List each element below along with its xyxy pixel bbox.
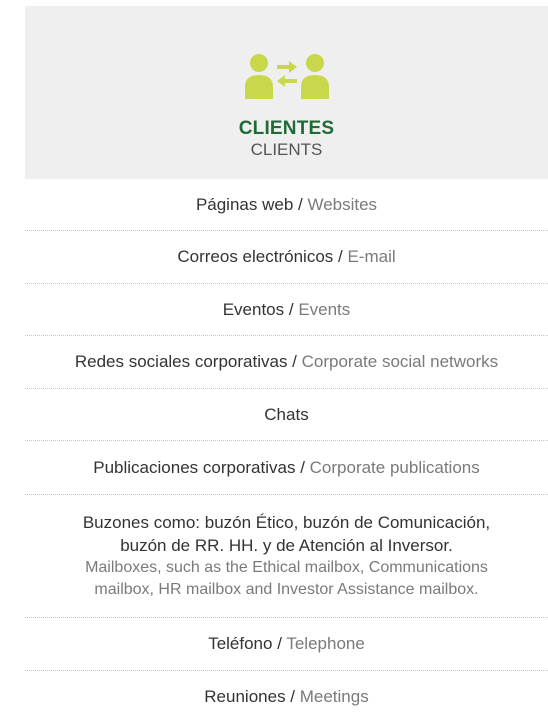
item-separator: /	[333, 247, 348, 266]
list-item-mailboxes: Buzones como: buzón Ético, buzón de Comu…	[25, 495, 548, 618]
item-label-en-line-2: mailbox, HR mailbox and Investor Assista…	[94, 581, 479, 598]
item-label-en: Corporate publications	[309, 457, 480, 477]
list-item: Publicaciones corporativas / Corporate p…	[25, 441, 548, 495]
list-item: Chats	[25, 389, 548, 441]
item-separator: /	[285, 687, 300, 706]
clients-header: CLIENTES CLIENTS	[25, 6, 548, 179]
channel-list: Páginas web / Websites Correos electróni…	[25, 179, 548, 723]
item-label-es: Páginas web	[195, 194, 294, 214]
item-label-en: Meetings	[299, 687, 369, 706]
item-separator: /	[288, 299, 299, 319]
item-separator: /	[272, 634, 287, 653]
clients-channels-table: CLIENTES CLIENTS Páginas web / Websites …	[25, 6, 548, 723]
item-label-en: E-mail	[347, 247, 396, 266]
list-item: Redes sociales corporativas / Corporate …	[25, 336, 548, 389]
item-label-es: Chats	[264, 404, 309, 424]
item-label-es: Teléfono	[208, 634, 273, 653]
header-title-spanish: CLIENTES	[238, 118, 335, 139]
item-label-es: Correos electrónicos	[177, 247, 334, 266]
list-item: Páginas web / Websites	[25, 179, 548, 231]
list-item: Eventos / Events	[25, 284, 548, 336]
item-label-en: Websites	[307, 194, 378, 214]
item-label-en: Events	[298, 299, 351, 319]
list-item: Teléfono / Telephone	[25, 618, 548, 671]
item-separator: /	[293, 194, 308, 214]
item-label-es-line-2: buzón de RR. HH. y de Atención al Invers…	[120, 536, 453, 555]
item-label-en: Telephone	[286, 634, 365, 653]
people-exchange-icon	[25, 53, 548, 99]
list-item: Reuniones / Meetings	[25, 671, 548, 723]
item-label-es: Redes sociales corporativas	[74, 352, 288, 371]
item-label-es: Publicaciones corporativas	[93, 457, 296, 477]
item-separator: /	[287, 352, 302, 371]
item-label-es: Reuniones	[204, 687, 286, 706]
header-title-english: CLIENTS	[250, 140, 323, 159]
item-label-es: Eventos	[222, 299, 289, 319]
item-separator: /	[295, 457, 310, 477]
item-label-en-line-1: Mailboxes, such as the Ethical mailbox, …	[85, 559, 488, 576]
list-item: Correos electrónicos / E-mail	[25, 231, 548, 284]
item-label-en: Corporate social networks	[301, 352, 499, 371]
item-label-es-line-1: Buzones como: buzón Ético, buzón de Comu…	[82, 513, 491, 532]
